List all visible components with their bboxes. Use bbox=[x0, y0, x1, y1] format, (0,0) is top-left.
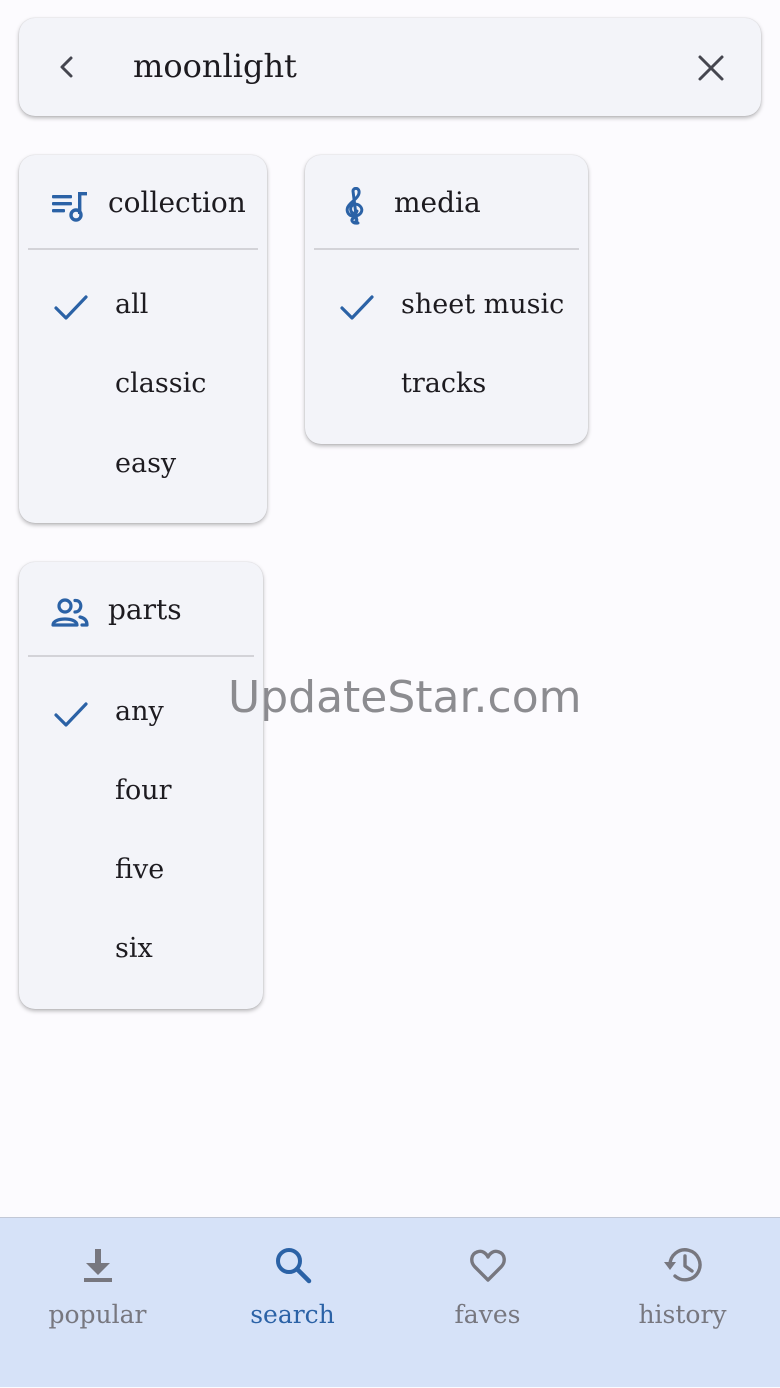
option-label: tracks bbox=[401, 368, 487, 399]
playlist-music-icon bbox=[52, 192, 87, 222]
option-label: six bbox=[115, 933, 153, 964]
search-icon bbox=[276, 1248, 312, 1284]
parts-option-six[interactable]: six bbox=[19, 919, 263, 979]
nav-item-history[interactable]: history bbox=[585, 1218, 780, 1388]
back-button[interactable] bbox=[51, 46, 83, 88]
parts-filter-title: parts bbox=[108, 593, 182, 626]
option-label: five bbox=[115, 854, 165, 885]
option-label: sheet music bbox=[401, 289, 565, 320]
media-filter-card: media sheet music tracks bbox=[305, 155, 588, 444]
heart-icon bbox=[470, 1249, 506, 1282]
collection-filter-header: collection bbox=[19, 155, 267, 249]
chevron-left-icon bbox=[60, 56, 73, 78]
nav-item-search[interactable]: search bbox=[195, 1218, 390, 1388]
nav-label: history bbox=[638, 1300, 727, 1329]
parts-option-any[interactable]: any bbox=[19, 682, 263, 742]
collection-filter-card: collection all classic easy bbox=[19, 155, 267, 523]
close-icon bbox=[698, 55, 724, 81]
people-icon bbox=[51, 598, 89, 627]
nav-label: faves bbox=[454, 1300, 521, 1329]
watermark: UpdateStar.com bbox=[228, 672, 582, 723]
option-label: all bbox=[115, 289, 149, 320]
media-option-tracks[interactable]: tracks bbox=[305, 354, 588, 414]
collection-option-classic[interactable]: classic bbox=[19, 354, 267, 414]
parts-filter-card: parts any four five six bbox=[19, 562, 263, 1009]
nav-label: popular bbox=[48, 1300, 147, 1329]
search-bar bbox=[19, 18, 761, 116]
nav-item-popular[interactable]: popular bbox=[0, 1218, 195, 1388]
media-filter-title: media bbox=[394, 186, 481, 219]
search-input[interactable] bbox=[131, 40, 653, 92]
treble-clef-icon bbox=[345, 187, 364, 225]
nav-item-faves[interactable]: faves bbox=[390, 1218, 585, 1388]
bottom-navigation: popular search faves history bbox=[0, 1217, 780, 1387]
download-icon bbox=[84, 1249, 112, 1282]
media-option-sheet-music[interactable]: sheet music bbox=[305, 275, 588, 335]
clear-search-button[interactable] bbox=[693, 50, 729, 86]
option-label: classic bbox=[115, 368, 207, 399]
option-label: any bbox=[115, 696, 164, 727]
check-icon bbox=[340, 295, 374, 320]
parts-filter-header: parts bbox=[19, 562, 263, 656]
collection-option-all[interactable]: all bbox=[19, 275, 267, 335]
divider bbox=[314, 248, 579, 250]
collection-filter-title: collection bbox=[108, 186, 246, 219]
collection-option-easy[interactable]: easy bbox=[19, 434, 267, 494]
divider bbox=[28, 248, 258, 250]
parts-option-four[interactable]: four bbox=[19, 761, 263, 821]
option-label: four bbox=[115, 775, 172, 806]
divider bbox=[28, 655, 254, 657]
option-label: easy bbox=[115, 448, 177, 479]
media-filter-header: media bbox=[305, 155, 588, 249]
parts-option-five[interactable]: five bbox=[19, 840, 263, 900]
nav-label: search bbox=[250, 1300, 335, 1329]
check-icon bbox=[54, 295, 88, 320]
check-icon bbox=[54, 702, 88, 727]
history-icon bbox=[664, 1248, 702, 1282]
